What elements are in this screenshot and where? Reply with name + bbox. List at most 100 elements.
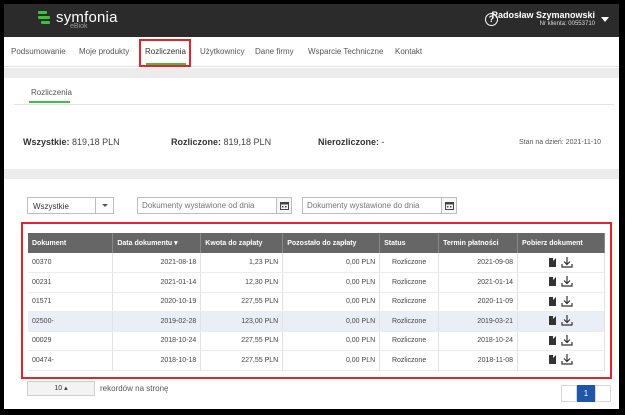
divider <box>4 68 619 78</box>
cell-remaining: 0,00 PLN <box>282 311 381 332</box>
download-icon[interactable] <box>561 315 573 326</box>
cell-remaining: 0,00 PLN <box>282 331 381 351</box>
user-menu-chevron-down-icon[interactable] <box>601 17 609 22</box>
summary-all: Wszystkie: 819,18 PLN <box>23 137 120 147</box>
status-filter-select[interactable]: Wszystkie <box>27 197 114 214</box>
symfonia-logo-icon <box>38 10 50 25</box>
cell-status: Rozliczone <box>379 292 440 312</box>
column-header-kwota[interactable]: Kwota do zapłaty <box>200 233 284 253</box>
tab-active-underline <box>29 101 70 103</box>
pagination-next-button[interactable] <box>595 385 611 402</box>
documents-table: Dokument Data dokumentu ▾ Kwota do zapła… <box>28 233 605 371</box>
nav-active-underline <box>146 63 186 65</box>
column-header-data-dokumentu[interactable]: Data dokumentu ▾ <box>112 233 202 253</box>
pagination-prev-button[interactable] <box>561 385 577 402</box>
cell-status: Rozliczone <box>379 272 440 293</box>
cell-remaining: 0,00 PLN <box>282 272 381 293</box>
download-icon[interactable] <box>561 334 573 346</box>
cell-due-date: 2020-11-09 <box>438 292 519 312</box>
cell-download <box>517 350 605 371</box>
cell-status: Rozliczone <box>379 253 440 273</box>
table-row[interactable]: 00231 2021-01-14 12,30 PLN 0,00 PLN Rozl… <box>28 272 605 293</box>
nav-item-wsparcie-techniczne[interactable]: Wsparcie Techniczne <box>308 47 383 56</box>
cell-amount: 1,23 PLN <box>200 253 284 273</box>
cell-remaining: 0,00 PLN <box>282 292 381 312</box>
cell-date: 2020-10-19 <box>112 292 202 312</box>
logo-subtitle: eBiok <box>70 23 88 30</box>
document-icon[interactable] <box>549 277 556 287</box>
download-icon[interactable] <box>561 354 573 365</box>
page-size-label: rekordów na stronę <box>100 384 169 393</box>
column-header-termin[interactable]: Termin płatności <box>438 233 519 253</box>
cell-date: 2021-08-18 <box>112 253 202 273</box>
cell-document: 00370 <box>28 253 114 273</box>
cell-amount: 227,55 PLN <box>200 292 284 312</box>
status-filter-value: Wszystkie <box>33 202 69 211</box>
app-window: symfonia eBiok ? Radosław Szymanowski Nr… <box>0 0 625 415</box>
nav-item-kontakt[interactable]: Kontakt <box>395 47 422 56</box>
cell-due-date: 2019-03-21 <box>438 311 519 332</box>
document-icon[interactable] <box>549 257 556 267</box>
document-icon[interactable] <box>549 316 556 326</box>
cell-amount: 123,00 PLN <box>200 311 284 332</box>
divider <box>4 169 619 179</box>
cell-due-date: 2021-01-14 <box>438 272 519 293</box>
user-name[interactable]: Radosław Szymanowski <box>491 10 595 20</box>
cell-due-date: 2021-09-08 <box>438 253 519 273</box>
cell-status: Rozliczone <box>379 331 440 351</box>
cell-remaining: 0,00 PLN <box>282 350 381 371</box>
summary-unsettled: Nierozliczone: - <box>318 137 385 147</box>
table-header-row: Dokument Data dokumentu ▾ Kwota do zapła… <box>28 233 605 253</box>
cell-document: 00029 <box>28 331 114 351</box>
page-size-select[interactable]: 10 ▴ <box>27 381 95 396</box>
date-from-input[interactable] <box>137 197 277 214</box>
document-icon[interactable] <box>549 335 556 345</box>
table-row[interactable]: 02500- 2019-02-28 123,00 PLN 0,00 PLN Ro… <box>28 311 605 332</box>
calendar-icon[interactable] <box>276 197 292 214</box>
summary-settled: Rozliczone: 819,18 PLN <box>171 137 272 147</box>
cell-date: 2019-02-28 <box>112 311 202 332</box>
cell-date: 2018-10-24 <box>112 331 202 351</box>
cell-document: 02500- <box>28 311 114 332</box>
table-row[interactable]: 00370 2021-08-18 1,23 PLN 0,00 PLN Rozli… <box>28 253 605 273</box>
cell-amount: 12,30 PLN <box>200 272 284 293</box>
cell-date: 2018-10-18 <box>112 350 202 371</box>
column-header-pobierz: Pobierz dokument <box>517 233 605 253</box>
column-header-dokument[interactable]: Dokument <box>28 233 114 253</box>
cell-due-date: 2018-10-24 <box>438 331 519 351</box>
divider <box>14 104 614 105</box>
pagination-current-page[interactable]: 1 <box>577 385 595 402</box>
column-header-status[interactable]: Status <box>379 233 440 253</box>
column-header-pozostalo[interactable]: Pozostało do zapłaty <box>282 233 381 253</box>
top-bar: symfonia eBiok ? Radosław Szymanowski Nr… <box>4 4 619 37</box>
cell-download <box>517 253 605 273</box>
table-row[interactable]: 01571 2020-10-19 227,55 PLN 0,00 PLN Roz… <box>28 292 605 312</box>
tab-rozliczenia[interactable]: Rozliczenia <box>31 88 72 97</box>
cell-download <box>517 272 605 293</box>
calendar-icon[interactable] <box>441 197 457 214</box>
cell-amount: 227,55 PLN <box>200 350 284 371</box>
chevron-down-icon[interactable] <box>95 198 113 213</box>
document-icon[interactable] <box>549 355 556 365</box>
cell-remaining: 0,00 PLN <box>282 253 381 273</box>
table-row[interactable]: 00474- 2018-10-18 227,55 PLN 0,00 PLN Ro… <box>28 350 605 371</box>
document-icon[interactable] <box>549 296 556 306</box>
nav-item-podsumowanie[interactable]: Podsumowanie <box>11 47 66 56</box>
cell-document: 00474- <box>28 350 114 371</box>
summary-date: Stan na dzień: 2021-11-10 <box>519 139 601 146</box>
cell-download <box>517 292 605 312</box>
nav-item-dane-firmy[interactable]: Dane firmy <box>255 47 294 56</box>
cell-due-date: 2018-11-08 <box>438 350 519 371</box>
cell-date: 2021-01-14 <box>112 272 202 293</box>
cell-status: Rozliczone <box>379 350 440 371</box>
nav-item-moje-produkty[interactable]: Moje produkty <box>79 47 129 56</box>
cell-status: Rozliczone <box>379 311 440 332</box>
download-icon[interactable] <box>561 256 573 268</box>
download-icon[interactable] <box>561 276 573 287</box>
nav-item-uzytkownicy[interactable]: Użytkownicy <box>200 47 244 56</box>
date-to-input[interactable] <box>302 197 442 214</box>
client-number: Nr klienta: 00553710 <box>539 21 595 27</box>
download-icon[interactable] <box>561 295 573 307</box>
cell-document: 00231 <box>28 272 114 293</box>
table-row[interactable]: 00029 2018-10-24 227,55 PLN 0,00 PLN Roz… <box>28 331 605 351</box>
